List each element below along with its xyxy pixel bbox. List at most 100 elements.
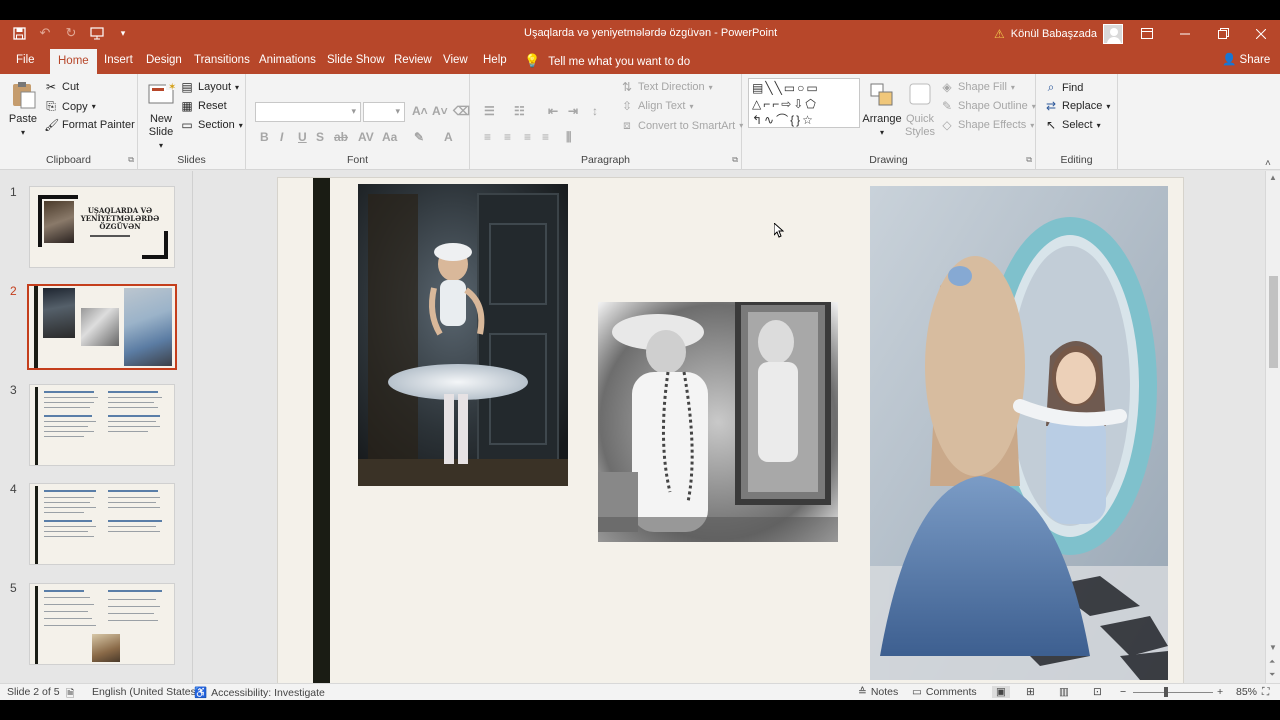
tab-view[interactable]: View	[435, 47, 476, 74]
avatar[interactable]	[1103, 24, 1123, 44]
fit-to-window-icon[interactable]: ⛶	[1262, 686, 1269, 699]
shapes-gallery[interactable]: ▤╲╲▭○▭ △⌐⌐⇨⇩⬠ ↰∿⌒{}☆	[748, 78, 860, 128]
start-from-beginning-icon[interactable]	[88, 24, 106, 42]
increase-indent-icon[interactable]: ⇥	[568, 104, 578, 118]
vertical-scrollbar[interactable]: ▲ ▼ ⏶ ⏷	[1265, 171, 1280, 683]
slide-thumbnail-4[interactable]	[29, 483, 175, 565]
underline-icon[interactable]: U	[298, 130, 307, 144]
align-text-button[interactable]: ⇳ Align Text ▾	[620, 99, 694, 113]
align-left-icon[interactable]: ≡	[484, 130, 491, 144]
minimize-icon[interactable]	[1166, 20, 1204, 47]
text-shadow-icon[interactable]: S	[316, 130, 324, 144]
columns-icon[interactable]: ⫼	[566, 130, 572, 145]
arrange-button[interactable]: Arrange ▾	[862, 80, 902, 139]
clear-formatting-icon[interactable]: ⌫	[453, 104, 470, 118]
slide-thumbnail-3[interactable]	[29, 384, 175, 466]
scroll-down-icon[interactable]: ▼	[1269, 643, 1277, 652]
tab-slide-show[interactable]: Slide Show	[319, 47, 393, 74]
layout-button[interactable]: ▤ Layout ▾	[180, 80, 239, 94]
slide-thumbnail-1[interactable]: UŞAQLARDA VƏ YENİYETMƏLƏRDƏ ÖZGÜVƏN	[29, 186, 175, 268]
strikethrough-icon[interactable]: ab	[334, 130, 348, 144]
girl-mirror-bw-photo[interactable]	[598, 302, 838, 542]
customize-qat-icon[interactable]: ▾	[114, 24, 132, 42]
slide-thumbnail-2[interactable]	[27, 284, 177, 370]
decrease-font-icon[interactable]: A˅	[432, 104, 448, 118]
shape-fill-button[interactable]: ◈ Shape Fill ▾	[940, 80, 1015, 94]
format-painter-button[interactable]: 🖌 Format Painter	[44, 118, 135, 132]
slideshow-view-icon[interactable]: ⊡	[1093, 686, 1102, 698]
tab-transitions[interactable]: Transitions	[186, 47, 258, 74]
comments-button[interactable]: ▭ Comments	[912, 686, 977, 698]
collapse-ribbon-icon[interactable]: ˄	[1265, 158, 1271, 169]
increase-font-icon[interactable]: A˄	[412, 104, 428, 118]
zoom-slider-track[interactable]	[1133, 692, 1213, 693]
tab-review[interactable]: Review	[386, 47, 440, 74]
italic-icon[interactable]: I	[280, 130, 283, 144]
previous-slide-icon[interactable]: ⏶	[1269, 657, 1275, 667]
numbering-icon[interactable]: ☷	[514, 104, 525, 118]
undo-icon[interactable]: ↶	[36, 24, 54, 42]
reset-button[interactable]: ▦ Reset	[180, 99, 226, 113]
font-family-select[interactable]: ▾	[255, 102, 361, 122]
scrollbar-thumb[interactable]	[1269, 276, 1278, 368]
zoom-level[interactable]: 85%	[1236, 686, 1257, 698]
text-direction-button[interactable]: ⇅ Text Direction ▾	[620, 80, 713, 94]
restore-icon[interactable]	[1204, 20, 1242, 47]
save-icon[interactable]	[10, 24, 28, 42]
align-center-icon[interactable]: ≡	[504, 130, 511, 144]
share-button[interactable]: 👤 Share	[1222, 47, 1270, 74]
justify-icon[interactable]: ≡	[542, 130, 549, 144]
character-spacing-icon[interactable]: AV	[358, 130, 374, 144]
bullets-icon[interactable]: ☰	[484, 104, 495, 118]
tab-insert[interactable]: Insert	[96, 47, 141, 74]
girl-mirror-blue-photo[interactable]	[870, 186, 1168, 680]
find-button[interactable]: ⌕ Find	[1044, 80, 1084, 95]
cut-button[interactable]: ✂ Cut	[44, 80, 79, 94]
slide-sorter-icon[interactable]: ⊞	[1026, 686, 1035, 698]
reading-view-icon[interactable]: ▥	[1059, 686, 1069, 698]
shape-outline-button[interactable]: ✎ Shape Outline ▾	[940, 99, 1036, 113]
current-slide[interactable]	[277, 177, 1184, 687]
tab-file[interactable]: File	[8, 47, 43, 74]
tab-design[interactable]: Design	[138, 47, 190, 74]
tab-help[interactable]: Help	[475, 47, 515, 74]
zoom-slider-knob[interactable]	[1164, 687, 1168, 697]
language-indicator[interactable]: English (United States)	[92, 686, 199, 698]
align-right-icon[interactable]: ≡	[524, 130, 531, 144]
copy-button[interactable]: ⎘ Copy ▾	[44, 99, 96, 114]
quick-styles-button[interactable]: Quick Styles	[902, 80, 938, 139]
paste-button[interactable]: Paste ▾	[6, 80, 40, 139]
section-button[interactable]: ▭ Section ▾	[180, 118, 242, 132]
convert-smartart-button[interactable]: ⧈ Convert to SmartArt ▾	[620, 118, 743, 133]
font-color-icon[interactable]: A	[444, 130, 453, 144]
user-area[interactable]: ⚠ Könül Babaşzada	[994, 24, 1123, 44]
slide-thumbnail-5[interactable]	[29, 583, 175, 665]
tell-me-search[interactable]: 💡 Tell me what you want to do	[524, 47, 690, 74]
dialog-launcher-icon[interactable]: ⧉	[1026, 155, 1032, 165]
redo-icon[interactable]: ↻	[62, 24, 80, 42]
scroll-up-icon[interactable]: ▲	[1269, 173, 1277, 182]
zoom-out-icon[interactable]: −	[1120, 686, 1126, 698]
bold-icon[interactable]: B	[260, 130, 269, 144]
close-icon[interactable]	[1242, 20, 1280, 47]
next-slide-icon[interactable]: ⏷	[1269, 670, 1275, 680]
select-button[interactable]: ↖ Select ▾	[1044, 118, 1101, 132]
notes-button[interactable]: ≙ Notes	[858, 686, 898, 698]
spellcheck-icon[interactable]: 🗎	[66, 686, 74, 704]
dialog-launcher-icon[interactable]: ⧉	[128, 155, 134, 165]
tab-animations[interactable]: Animations	[251, 47, 324, 74]
ribbon-display-options-icon[interactable]	[1128, 20, 1166, 47]
decrease-indent-icon[interactable]: ⇤	[548, 104, 558, 118]
line-spacing-icon[interactable]: ↕	[592, 104, 598, 118]
tab-home[interactable]: Home	[50, 49, 97, 74]
zoom-in-icon[interactable]: +	[1217, 686, 1223, 698]
font-size-select[interactable]: ▾	[363, 102, 405, 122]
change-case-icon[interactable]: Aa	[382, 130, 397, 144]
highlight-icon[interactable]: ✎	[414, 130, 424, 144]
new-slide-button[interactable]: ✶ New Slide ▾	[144, 80, 178, 152]
accessibility-button[interactable]: ♿ Accessibility: Investigate	[194, 686, 325, 700]
ballerina-photo[interactable]	[358, 184, 568, 486]
dialog-launcher-icon[interactable]: ⧉	[732, 155, 738, 165]
normal-view-icon[interactable]: ▣	[992, 686, 1010, 698]
replace-button[interactable]: ⇄ Replace ▾	[1044, 99, 1110, 113]
